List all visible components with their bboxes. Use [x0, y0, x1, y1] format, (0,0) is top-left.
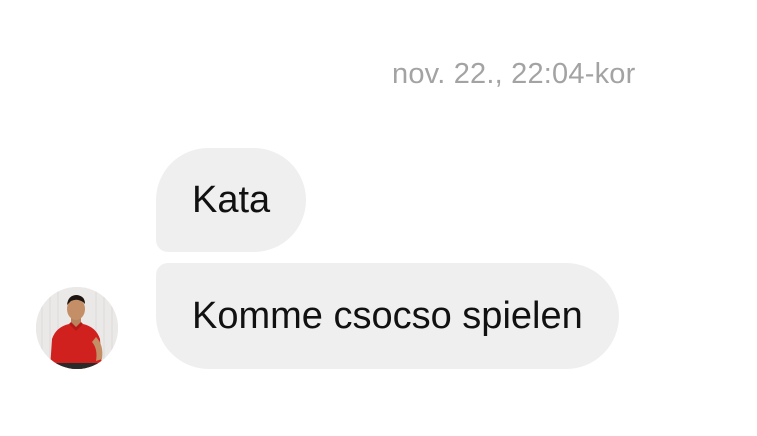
message-bubble[interactable]: Kata [156, 148, 307, 252]
chat-thread: nov. 22., 22:04-kor Kata Komme csocso sp… [0, 0, 757, 436]
message-timestamp: nov. 22., 22:04-kor [392, 58, 636, 90]
message-text: Komme csocso spielen [192, 295, 583, 337]
profile-photo-avatar-icon [36, 287, 118, 369]
sender-avatar[interactable] [36, 287, 118, 369]
message-bubble[interactable]: Komme csocso spielen [156, 263, 619, 369]
message-text: Kata [192, 179, 271, 221]
